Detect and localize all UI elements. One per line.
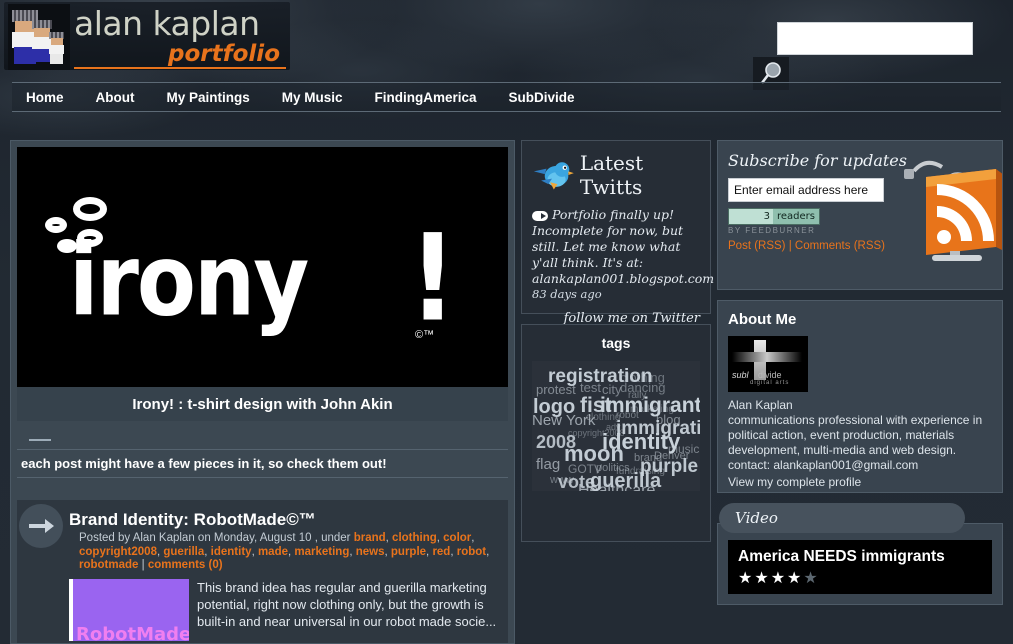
latest-twitts-panel: Latest Twitts Portfolio finally up! Inco… <box>521 140 714 326</box>
about-me-title: About Me <box>728 311 797 328</box>
tag-cloud-item[interactable]: test <box>580 381 601 394</box>
post-meta-prefix: Posted by Alan Kaplan on Monday, August … <box>79 532 354 544</box>
divider-bottom <box>17 477 508 478</box>
tag-cloud-item[interactable]: protest <box>536 383 576 396</box>
video-tab-label[interactable]: Video <box>719 503 965 533</box>
tweet-item: Portfolio finally up! Incomplete for now… <box>532 207 714 287</box>
post-tag-identity[interactable]: identity <box>211 546 252 558</box>
nav-item-my-music[interactable]: My Music <box>266 90 359 105</box>
nav-item-findingamerica[interactable]: FindingAmerica <box>359 90 493 105</box>
featured-caption: Irony! : t-shirt design with John Akin <box>17 387 508 421</box>
tweet-bullet-icon <box>532 210 548 221</box>
post-title[interactable]: Brand Identity: RobotMade©™ <box>69 510 498 530</box>
brand-name: alan kaplan <box>74 4 260 43</box>
post-tag-copyright2008[interactable]: copyright2008 <box>79 546 157 558</box>
right-column: Subscribe for updates 3 readers BY FEEDB… <box>717 140 1003 644</box>
tweet-text: Portfolio finally up! Incomplete for now… <box>532 207 715 286</box>
post-tag-robot[interactable]: robot <box>457 546 486 558</box>
video-section: Video America NEEDS immigrants ★★★★★ <box>717 503 1003 605</box>
trademark-mark: ©™ <box>415 329 435 341</box>
about-me-panel: About Me subl divide digital arts Alan K… <box>717 300 1003 493</box>
about-avatar-word-1: subl <box>732 370 749 380</box>
email-subscribe-input[interactable] <box>728 178 884 202</box>
post-tag-news[interactable]: news <box>356 546 385 558</box>
nav-item-about[interactable]: About <box>80 90 151 105</box>
tags-panel-title: tags <box>601 335 631 351</box>
tag-cloud-item[interactable]: Healthcare <box>578 483 655 492</box>
post-tag-marketing[interactable]: marketing <box>294 546 349 558</box>
about-me-avatar[interactable]: subl divide digital arts <box>728 336 808 392</box>
irony-exclamation: ! <box>409 207 456 349</box>
brand-plate[interactable]: alan kaplan portfolio <box>4 2 290 70</box>
tweet-timestamp: 83 days ago <box>532 287 602 301</box>
post-tag-red[interactable]: red <box>432 546 450 558</box>
irony-artwork-graphic: irony ! ©™ <box>17 147 508 387</box>
post-tag-purple[interactable]: purple <box>391 546 426 558</box>
post-rss-link[interactable]: Post (RSS) <box>728 240 786 252</box>
nav-item-my-paintings[interactable]: My Paintings <box>151 90 266 105</box>
post-tag-color[interactable]: color <box>443 532 471 544</box>
star-icon[interactable]: ★ <box>803 570 819 587</box>
post-tag-guerilla[interactable]: guerilla <box>163 546 204 558</box>
star-icon[interactable]: ★ <box>787 570 803 587</box>
post-body: RobotMade™ This brand idea has regular a… <box>69 578 498 641</box>
twitts-header: Latest Twitts <box>532 151 700 199</box>
nav-item-home[interactable]: Home <box>12 90 80 105</box>
decorative-dash <box>29 439 51 441</box>
search-input[interactable] <box>777 22 973 55</box>
post-thumbnail-label: RobotMade™ <box>76 623 189 641</box>
tag-cloud: registration clothing protest test city danci… <box>532 361 700 491</box>
arrow-right-icon <box>19 504 63 548</box>
feedburner-badge[interactable]: 3 readers <box>728 208 820 225</box>
feedburner-count: 3 <box>729 209 773 224</box>
tags-panel: tags registration clothing protest test city… <box>521 324 711 542</box>
post-tag-robotmade[interactable]: robotmade <box>79 559 138 571</box>
about-me-bio: communications professional with experie… <box>728 413 983 472</box>
featured-artwork[interactable]: irony ! ©™ <box>17 147 508 387</box>
video-body: America NEEDS immigrants ★★★★★ <box>717 523 1003 605</box>
middle-column: Latest Twitts Portfolio finally up! Inco… <box>521 140 714 644</box>
view-complete-profile-link[interactable]: View my complete profile <box>728 475 861 489</box>
brand-text: alan kaplan portfolio <box>74 6 286 69</box>
irony-word: irony <box>69 223 309 339</box>
twitts-title: Latest Twitts <box>579 151 644 199</box>
post-tag-clothing[interactable]: clothing <box>392 532 437 544</box>
post-meta-separator: | <box>138 559 148 571</box>
tag-cloud-item[interactable]: www <box>550 475 574 486</box>
rss-links-separator: | <box>785 240 795 252</box>
subscribe-panel: Subscribe for updates 3 readers BY FEEDB… <box>717 140 1003 290</box>
post-thumbnail[interactable]: RobotMade™ <box>69 578 189 641</box>
main-column: irony ! ©™ Irony! : t-shirt design with … <box>10 140 515 644</box>
comments-rss-link[interactable]: Comments (RSS) <box>795 240 885 252</box>
post-meta: Posted by Alan Kaplan on Monday, August … <box>79 532 490 571</box>
site-header: alan kaplan portfolio <box>0 0 1013 90</box>
brand-subtitle: portfolio <box>74 42 286 69</box>
avatar-logo-icon <box>8 4 70 70</box>
video-screen[interactable]: America NEEDS immigrants ★★★★★ <box>728 540 992 594</box>
feedburner-label: readers <box>777 211 815 222</box>
nav-item-subdivide[interactable]: SubDivide <box>493 90 591 105</box>
post-comments-link[interactable]: comments (0) <box>148 559 223 571</box>
post-tag-brand[interactable]: brand <box>354 532 386 544</box>
star-icon[interactable]: ★ <box>771 570 787 587</box>
site-tagline: each post might have a few pieces in it,… <box>21 456 387 471</box>
about-avatar-word-2: divide <box>758 370 782 380</box>
post-excerpt: This brand idea has regular and guerilla… <box>197 579 497 629</box>
page-body: irony ! ©™ Irony! : t-shirt design with … <box>10 140 1003 644</box>
about-avatar-word-3: digital arts <box>750 380 790 386</box>
star-icon[interactable]: ★ <box>738 570 754 587</box>
star-icon[interactable]: ★ <box>754 570 770 587</box>
video-title: America NEEDS immigrants <box>738 548 945 565</box>
video-rating[interactable]: ★★★★★ <box>738 568 982 588</box>
about-me-name: Alan Kaplan <box>728 398 793 412</box>
post-tag-made[interactable]: made <box>258 546 288 558</box>
tag-cloud-item[interactable]: flag <box>536 457 560 472</box>
twitter-bird-icon <box>533 162 574 190</box>
rss-feed-icon <box>904 160 1002 261</box>
post-card: Brand Identity: RobotMade©™ Posted by Al… <box>17 500 508 643</box>
main-navigation: Home About My Paintings My Music Finding… <box>12 82 1001 112</box>
